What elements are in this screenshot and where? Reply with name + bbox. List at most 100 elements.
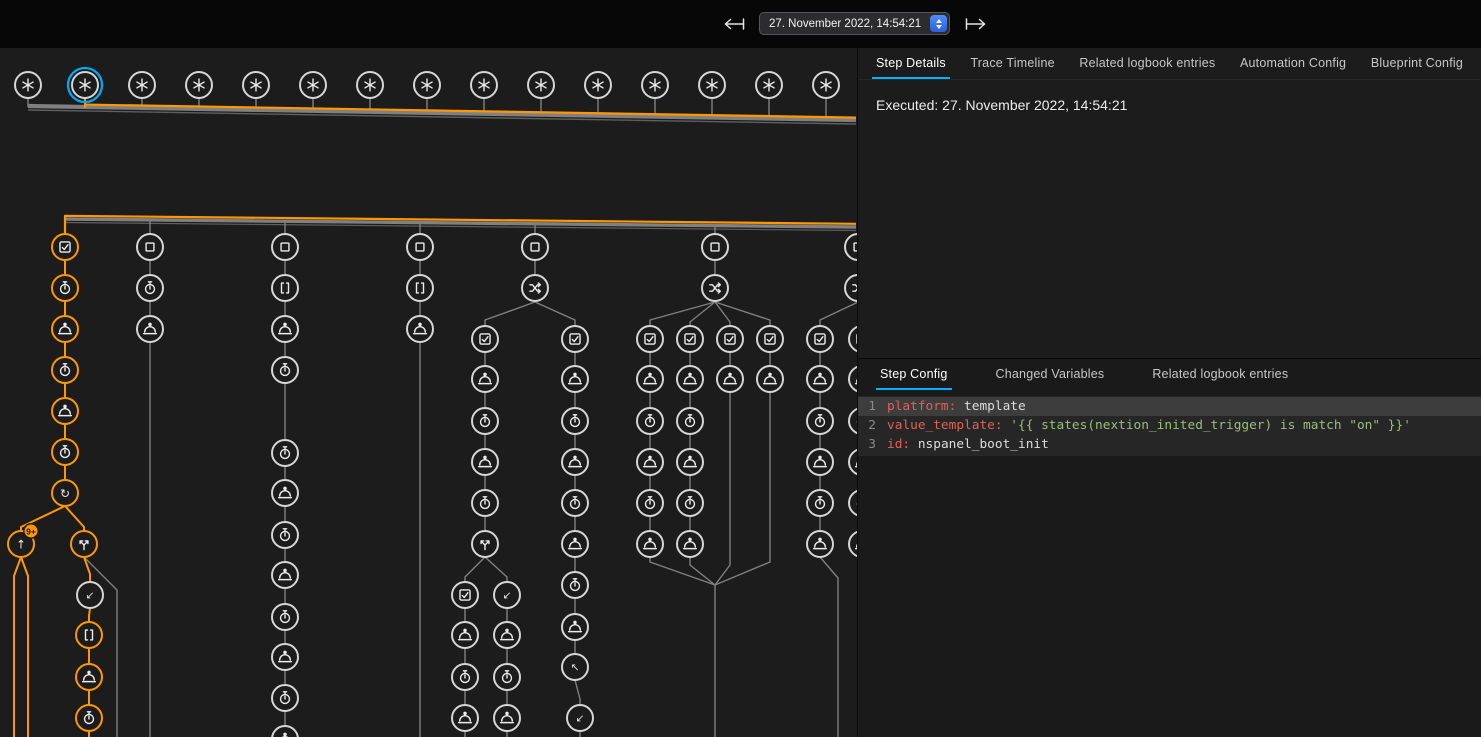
tab-step-details[interactable]: Step Details: [872, 48, 950, 79]
trace-node-timer[interactable]: [562, 572, 588, 598]
trace-node-bell[interactable]: [562, 614, 588, 640]
trace-node-checkbox[interactable]: [52, 234, 78, 260]
trace-node-bell[interactable]: [849, 366, 857, 392]
trace-node-asterisk[interactable]: [471, 72, 497, 98]
config-tab-related-logbook-entries[interactable]: Related logbook entries: [1148, 359, 1292, 390]
trace-graph[interactable]: ↻↖↙↑9+↙↙: [0, 48, 857, 737]
trace-node-timer[interactable]: [494, 664, 520, 690]
trace-node-bell[interactable]: [272, 644, 298, 670]
trace-node-timer[interactable]: [637, 490, 663, 516]
trace-node-asterisk[interactable]: [699, 72, 725, 98]
trace-node-asterisk[interactable]: [68, 68, 102, 102]
trace-node-square[interactable]: [845, 234, 857, 260]
trace-node-decision[interactable]: [522, 275, 548, 301]
trace-node-brackets[interactable]: [76, 622, 102, 648]
trace-node-asterisk[interactable]: [813, 72, 839, 98]
trace-node-timer[interactable]: [849, 490, 857, 516]
trace-node-bell[interactable]: [272, 480, 298, 506]
trace-node-timer[interactable]: [272, 522, 298, 548]
trace-node-timer[interactable]: [272, 685, 298, 711]
trace-node-timer[interactable]: [637, 408, 663, 434]
trace-node-asterisk[interactable]: [414, 72, 440, 98]
trace-node-timer[interactable]: [452, 664, 478, 690]
trace-node-checkbox[interactable]: [717, 326, 743, 352]
trace-node-timer[interactable]: [849, 408, 857, 434]
trace-node-bell[interactable]: [637, 531, 663, 557]
tab-blueprint-config[interactable]: Blueprint Config: [1367, 48, 1467, 79]
trace-node-asterisk[interactable]: [186, 72, 212, 98]
trace-node-bell[interactable]: [137, 316, 163, 342]
previous-run-arrow-icon[interactable]: [722, 16, 748, 32]
trace-node-timer[interactable]: [472, 490, 498, 516]
trace-node-bell[interactable]: [637, 366, 663, 392]
trace-node-bell[interactable]: [76, 664, 102, 690]
trace-node-brackets[interactable]: [407, 275, 433, 301]
trace-node-bell[interactable]: [472, 449, 498, 475]
trace-node-timer[interactable]: [677, 408, 703, 434]
trace-node-split[interactable]: [472, 531, 498, 557]
trace-node-timer[interactable]: [472, 408, 498, 434]
trace-node-bell[interactable]: [849, 449, 857, 475]
trace-node-square[interactable]: [522, 234, 548, 260]
trace-node-asterisk[interactable]: [129, 72, 155, 98]
trace-node-checkbox[interactable]: [562, 326, 588, 352]
trace-node-square[interactable]: [407, 234, 433, 260]
trace-graph-canvas[interactable]: ↻↖↙↑9+↙↙: [0, 48, 857, 737]
trace-node-arrow-down-left[interactable]: ↙: [77, 582, 103, 608]
trace-node-square[interactable]: [702, 234, 728, 260]
trace-node-timer[interactable]: [562, 490, 588, 516]
trace-node-timer[interactable]: [52, 357, 78, 383]
trace-node-bell[interactable]: [849, 531, 857, 557]
trace-node-checkbox[interactable]: [472, 326, 498, 352]
trace-node-arrow-up-left[interactable]: ↖: [562, 654, 588, 680]
trace-node-bell[interactable]: [272, 726, 298, 737]
trace-node-bell[interactable]: [562, 366, 588, 392]
trace-node-repeat[interactable]: ↻: [52, 480, 78, 506]
trace-node-square[interactable]: [137, 234, 163, 260]
trace-node-bell[interactable]: [562, 449, 588, 475]
trace-node-timer[interactable]: [272, 440, 298, 466]
trace-node-bell[interactable]: [807, 366, 833, 392]
trace-node-bell[interactable]: [637, 449, 663, 475]
trace-node-bell[interactable]: [807, 449, 833, 475]
trace-node-checkbox[interactable]: [757, 326, 783, 352]
trace-node-timer[interactable]: [677, 490, 703, 516]
trace-node-checkbox[interactable]: [849, 326, 857, 352]
trace-node-asterisk[interactable]: [585, 72, 611, 98]
trace-node-bell[interactable]: [677, 449, 703, 475]
trace-node-checkbox[interactable]: [637, 326, 663, 352]
trace-node-bell[interactable]: [494, 705, 520, 731]
trace-node-bell[interactable]: [677, 366, 703, 392]
trace-node-bell[interactable]: [472, 366, 498, 392]
tab-automation-config[interactable]: Automation Config: [1236, 48, 1350, 79]
trace-node-timer[interactable]: [562, 408, 588, 434]
config-tab-changed-variables[interactable]: Changed Variables: [992, 359, 1109, 390]
trace-node-bell[interactable]: [677, 531, 703, 557]
trace-node-arrow-down-left[interactable]: ↙: [494, 582, 520, 608]
trace-node-bell[interactable]: [452, 705, 478, 731]
trace-node-asterisk[interactable]: [243, 72, 269, 98]
trace-node-arrow-up[interactable]: ↑9+: [8, 524, 38, 557]
trace-node-asterisk[interactable]: [642, 72, 668, 98]
trace-node-timer[interactable]: [272, 604, 298, 630]
config-tab-step-config[interactable]: Step Config: [876, 359, 952, 390]
trace-node-timer[interactable]: [52, 275, 78, 301]
trace-node-decision[interactable]: [702, 275, 728, 301]
trace-node-brackets[interactable]: [272, 275, 298, 301]
trace-node-asterisk[interactable]: [756, 72, 782, 98]
trace-node-square[interactable]: [272, 234, 298, 260]
trace-node-bell[interactable]: [807, 531, 833, 557]
trace-node-asterisk[interactable]: [15, 72, 41, 98]
trace-node-bell[interactable]: [452, 622, 478, 648]
trace-node-bell[interactable]: [562, 531, 588, 557]
trace-node-bell[interactable]: [407, 316, 433, 342]
trace-node-decision[interactable]: [845, 275, 857, 301]
trace-node-asterisk[interactable]: [300, 72, 326, 98]
tab-trace-timeline[interactable]: Trace Timeline: [966, 48, 1058, 79]
trace-node-asterisk[interactable]: [528, 72, 554, 98]
trace-node-bell[interactable]: [52, 316, 78, 342]
trace-node-timer[interactable]: [807, 408, 833, 434]
trace-node-asterisk[interactable]: [357, 72, 383, 98]
trace-node-bell[interactable]: [757, 366, 783, 392]
trace-node-checkbox[interactable]: [807, 326, 833, 352]
